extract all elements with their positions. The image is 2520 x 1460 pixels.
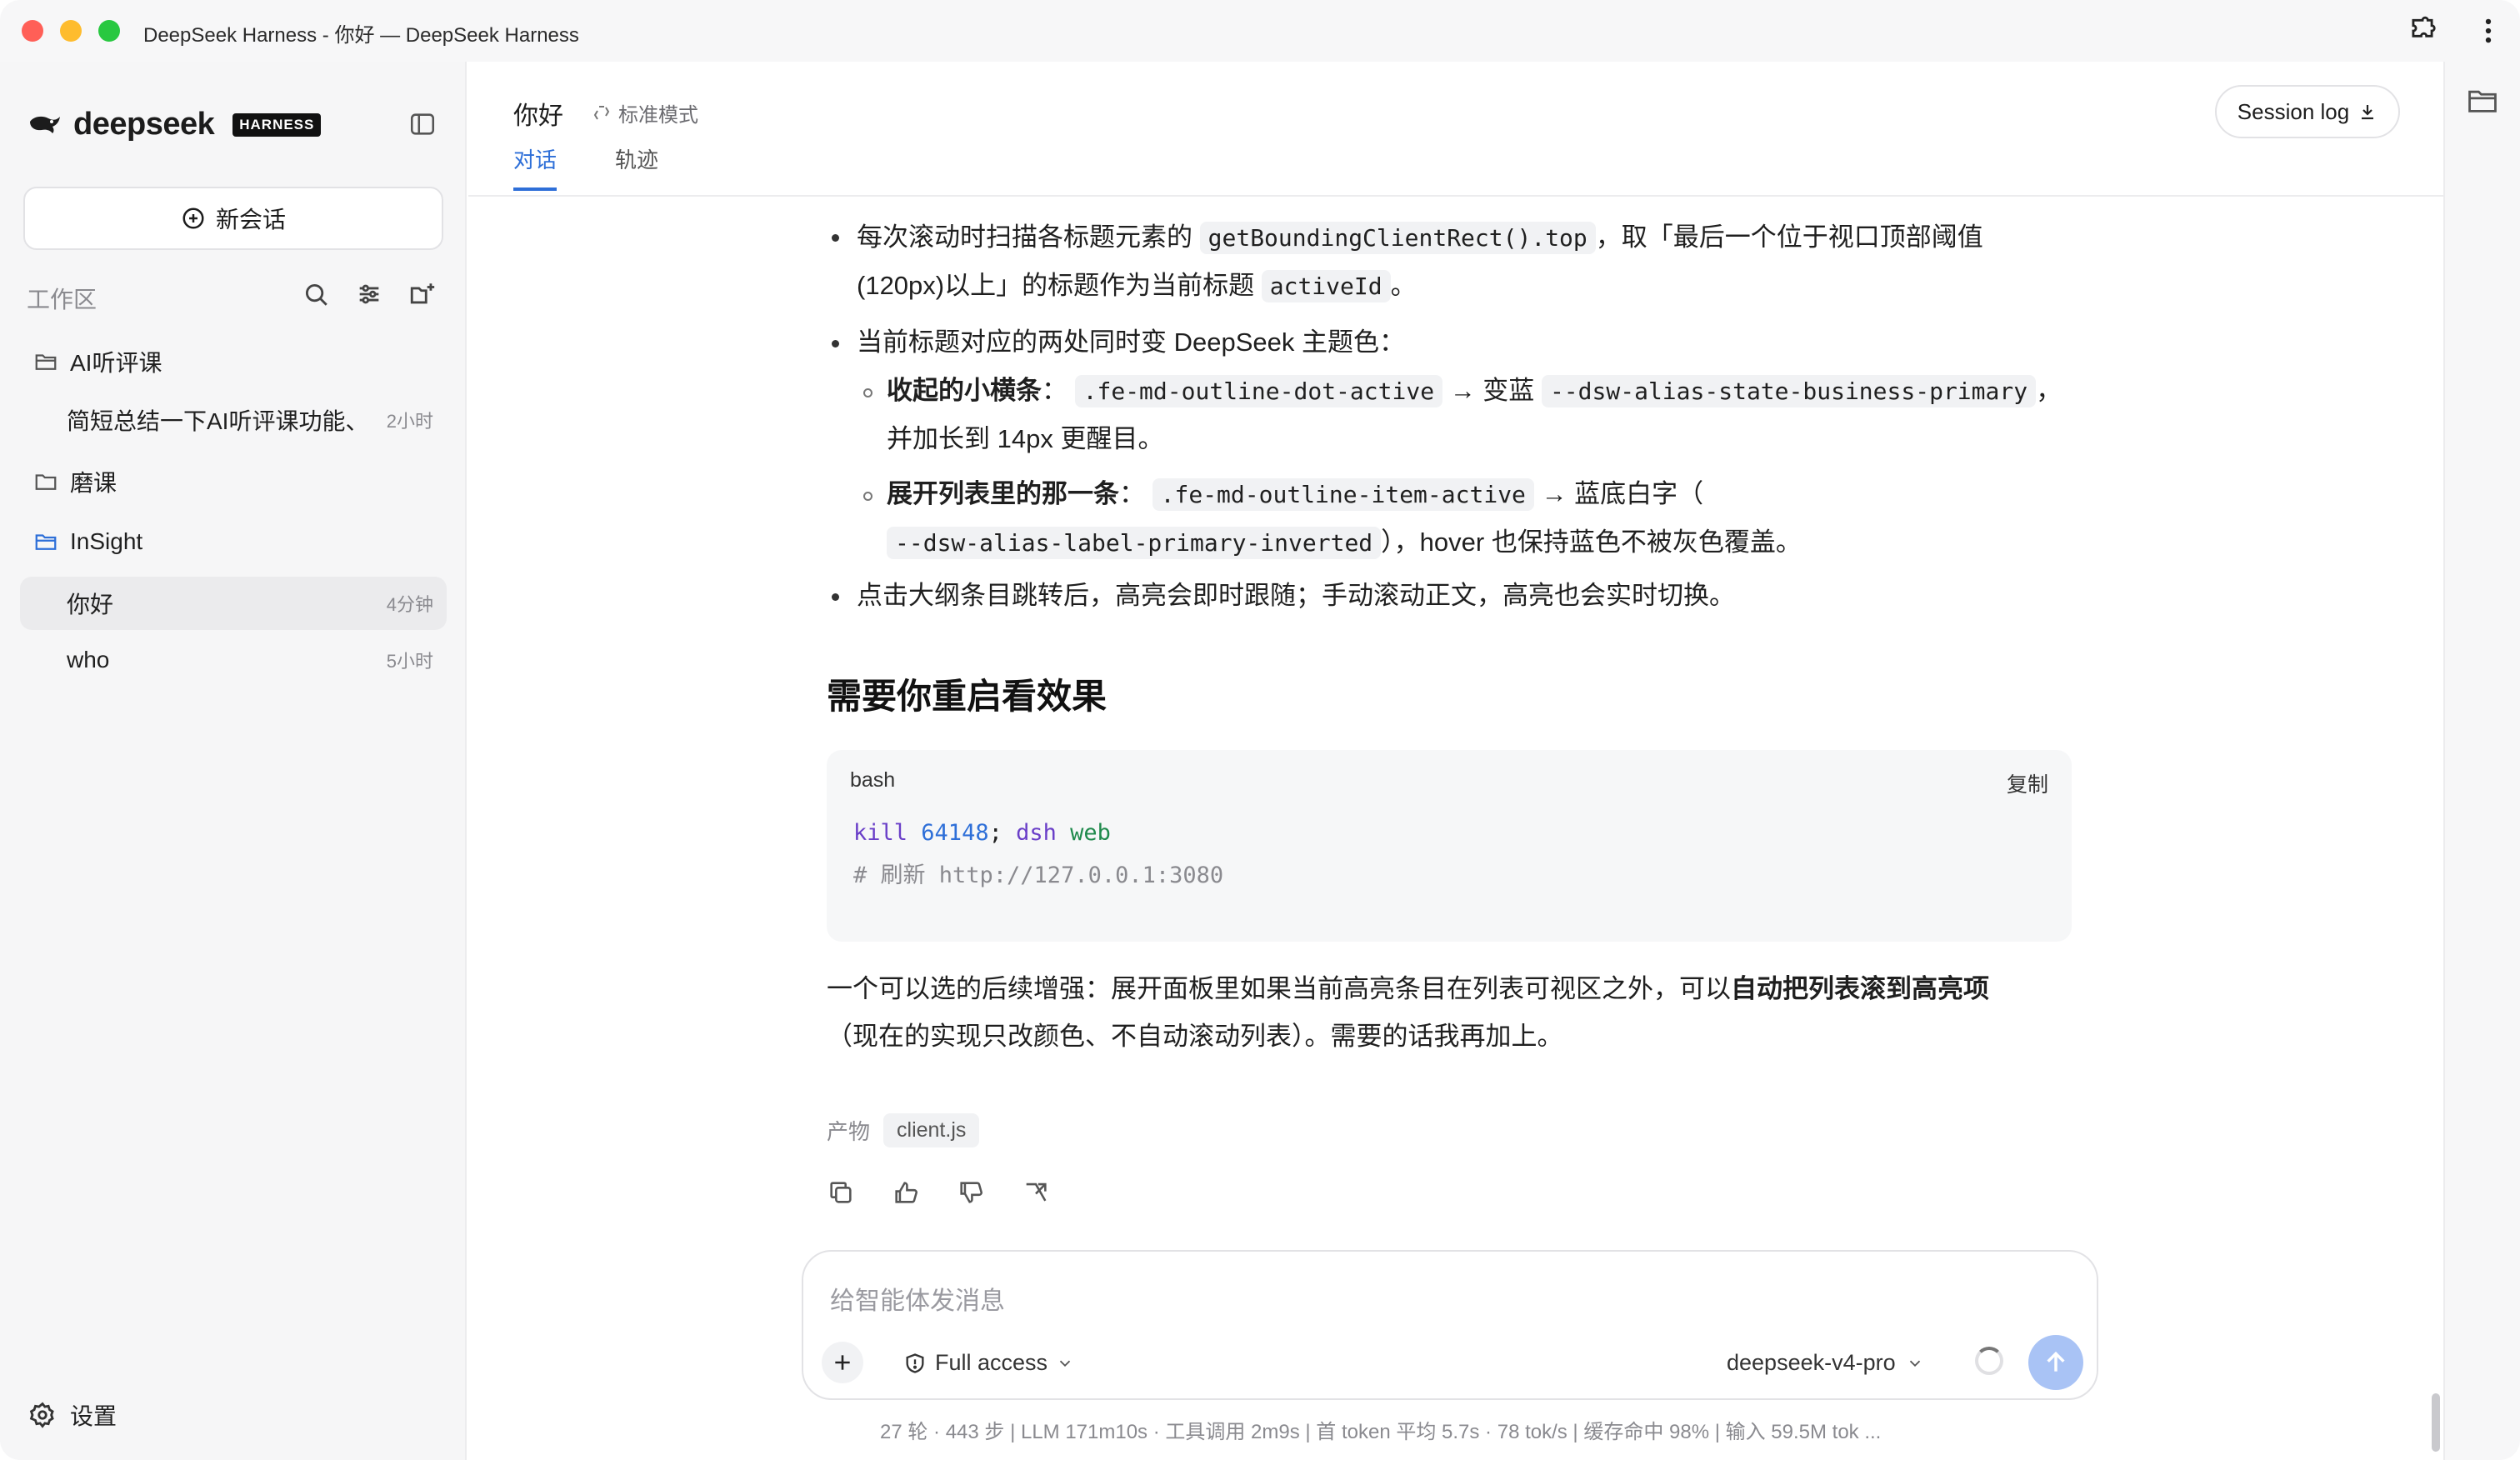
recycle-icon: [593, 105, 610, 120]
logo-badge: HARNESS: [232, 112, 322, 137]
model-selector[interactable]: deepseek-v4-pro: [1727, 1350, 1924, 1376]
plus-circle-icon: [182, 208, 204, 229]
sidebar-item-summary[interactable]: 简短总结一下AI听评课功能、 2小时: [20, 393, 447, 447]
shield-icon: [906, 1352, 924, 1373]
sidebar-toggle-icon[interactable]: [408, 110, 437, 142]
tab-trace[interactable]: 轨迹: [615, 143, 658, 191]
tab-chat[interactable]: 对话: [513, 143, 558, 191]
new-chat-button[interactable]: 新会话: [23, 187, 443, 250]
workspace-label: 工作区: [27, 287, 98, 312]
folder-label: 磨课: [70, 470, 118, 496]
zoom-window-button[interactable]: [98, 20, 120, 42]
folder-open-icon: [35, 534, 57, 550]
extension-icon[interactable]: [2407, 15, 2438, 51]
new-folder-icon[interactable]: [408, 280, 437, 312]
message-composer[interactable]: 给智能体发消息 Full access deepseek-v4-pro: [802, 1250, 2098, 1400]
bullet-dot: [832, 234, 839, 242]
tab-bar: 对话 轨迹: [513, 143, 658, 191]
chevron-down-icon: [1059, 1360, 1071, 1367]
filter-icon[interactable]: [355, 280, 383, 312]
folder-moke[interactable]: 磨课: [33, 465, 117, 498]
folder-panel-icon[interactable]: [2467, 87, 2498, 119]
sidebar-item-time: 4分钟: [386, 594, 433, 615]
artifacts-row: 产物 client.js: [827, 1113, 980, 1148]
session-stats: 27 轮 · 443 步 | LLM 171m10s · 工具调用 2m9s |…: [880, 1421, 1882, 1443]
settings-button[interactable]: 设置: [28, 1398, 117, 1432]
access-selector[interactable]: Full access: [903, 1350, 1074, 1376]
bullet-scroll-scan: 每次滚动时扫描各标题元素的 getBoundingClientRect().to…: [857, 213, 2090, 310]
sub-bullet-circle: [863, 388, 872, 398]
sidebar-item-time: 5小时: [386, 651, 433, 672]
artifact-file-chip[interactable]: client.js: [883, 1113, 980, 1148]
loading-spinner-icon: [1975, 1347, 2003, 1375]
search-icon[interactable]: [302, 280, 330, 312]
model-label: deepseek-v4-pro: [1727, 1350, 1896, 1375]
thumbs-down-icon[interactable]: [957, 1178, 985, 1207]
artifact-label: 产物: [827, 1119, 871, 1144]
chevron-down-icon: [1909, 1360, 1920, 1367]
session-log-button[interactable]: Session log: [2215, 85, 2400, 138]
sub-bullet-collapsed: 收起的小横条： .fe-md-outline-dot-active → 变蓝 -…: [887, 375, 2062, 453]
code-line-2: # 刷新 http://127.0.0.1:3080: [853, 862, 1224, 888]
code-line-1: kill 64148; dsh web: [853, 820, 1111, 846]
minimize-window-button[interactable]: [60, 20, 82, 42]
followup-paragraph: 一个可以选的后续增强：展开面板里如果当前高亮条目在列表可视区之外，可以自动把列表…: [827, 974, 1989, 1051]
access-label: Full access: [935, 1350, 1048, 1375]
sidebar-item-label: 你好: [67, 592, 114, 618]
mode-indicator[interactable]: 标准模式: [592, 98, 698, 128]
new-chat-label: 新会话: [215, 207, 286, 232]
message-input-placeholder[interactable]: 给智能体发消息: [830, 1280, 1005, 1317]
sub-bullet-expanded: 展开列表里的那一条： .fe-md-outline-item-active → …: [887, 470, 2103, 567]
copy-icon[interactable]: [827, 1178, 855, 1207]
title-bar: DeepSeek Harness - 你好 — DeepSeek Harness: [0, 0, 2520, 62]
bullet-dot: [832, 340, 839, 348]
download-icon: [2362, 105, 2374, 120]
folder-icon: [35, 474, 57, 490]
deepseek-logo: deepseek HARNESS: [27, 107, 322, 142]
whale-icon: [30, 116, 60, 133]
folder-label: AI听评课: [70, 350, 162, 376]
mode-label: 标准模式: [618, 104, 698, 127]
section-heading: 需要你重启看效果: [827, 677, 1108, 716]
folder-ai-course[interactable]: AI听评课: [33, 345, 162, 378]
code-language: bash: [850, 768, 896, 792]
attach-plus-button[interactable]: [822, 1342, 863, 1383]
code-block: bash 复制 kill 64148; dsh web # 刷新 http://…: [827, 750, 2072, 942]
sidebar-item-nihao[interactable]: 你好 4分钟: [20, 577, 447, 630]
bullet-theme-color: 当前标题对应的两处同时变 DeepSeek 主题色：: [857, 328, 1405, 357]
right-rail: [2443, 62, 2520, 1460]
main-panel: 你好 标准模式 对话 轨迹 Session log 每次滚动时扫描各标题元素的 …: [468, 62, 2443, 1460]
arrow-up-icon: [2047, 1351, 2065, 1372]
sidebar-item-label: who: [67, 647, 110, 672]
sub-bullet-circle: [863, 492, 872, 501]
send-button[interactable]: [2028, 1335, 2083, 1390]
thumbs-up-icon[interactable]: [892, 1178, 920, 1207]
folder-insight[interactable]: InSight: [33, 528, 142, 555]
bullet-dot: [832, 593, 839, 601]
bullet-outline-click: 点击大纲条目跳转后，高亮会即时跟随；手动滚动正文，高亮也会实时切换。: [857, 581, 1735, 610]
copy-code-button[interactable]: 复制: [2007, 768, 2048, 798]
branch-icon[interactable]: [1022, 1178, 1050, 1207]
header-divider: [468, 195, 2443, 197]
more-vertical-icon[interactable]: [2477, 15, 2500, 51]
close-window-button[interactable]: [22, 20, 43, 42]
scrollbar-thumb[interactable]: [2432, 1393, 2440, 1452]
app-window: DeepSeek Harness - 你好 — DeepSeek Harness…: [0, 0, 2520, 1460]
page-title: 你好: [513, 102, 563, 130]
message-actions: [827, 1178, 1050, 1207]
sidebar-item-who[interactable]: who 5小时: [20, 633, 447, 687]
settings-label: 设置: [70, 1403, 118, 1429]
folder-label: InSight: [70, 528, 143, 554]
plus-icon: [835, 1355, 850, 1370]
sidebar-item-time: 2小时: [386, 411, 433, 432]
logo-text: deepseek: [73, 107, 215, 142]
session-log-label: Session log: [2237, 98, 2350, 124]
folder-icon: [35, 354, 57, 370]
window-title: DeepSeek Harness - 你好 — DeepSeek Harness: [143, 24, 579, 47]
gear-icon: [29, 1402, 54, 1428]
sidebar-item-label: 简短总结一下AI听评课功能、: [67, 408, 369, 434]
sidebar: deepseek HARNESS 新会话 工作区 AI听评课 简短总结一下AI听…: [0, 62, 467, 1460]
